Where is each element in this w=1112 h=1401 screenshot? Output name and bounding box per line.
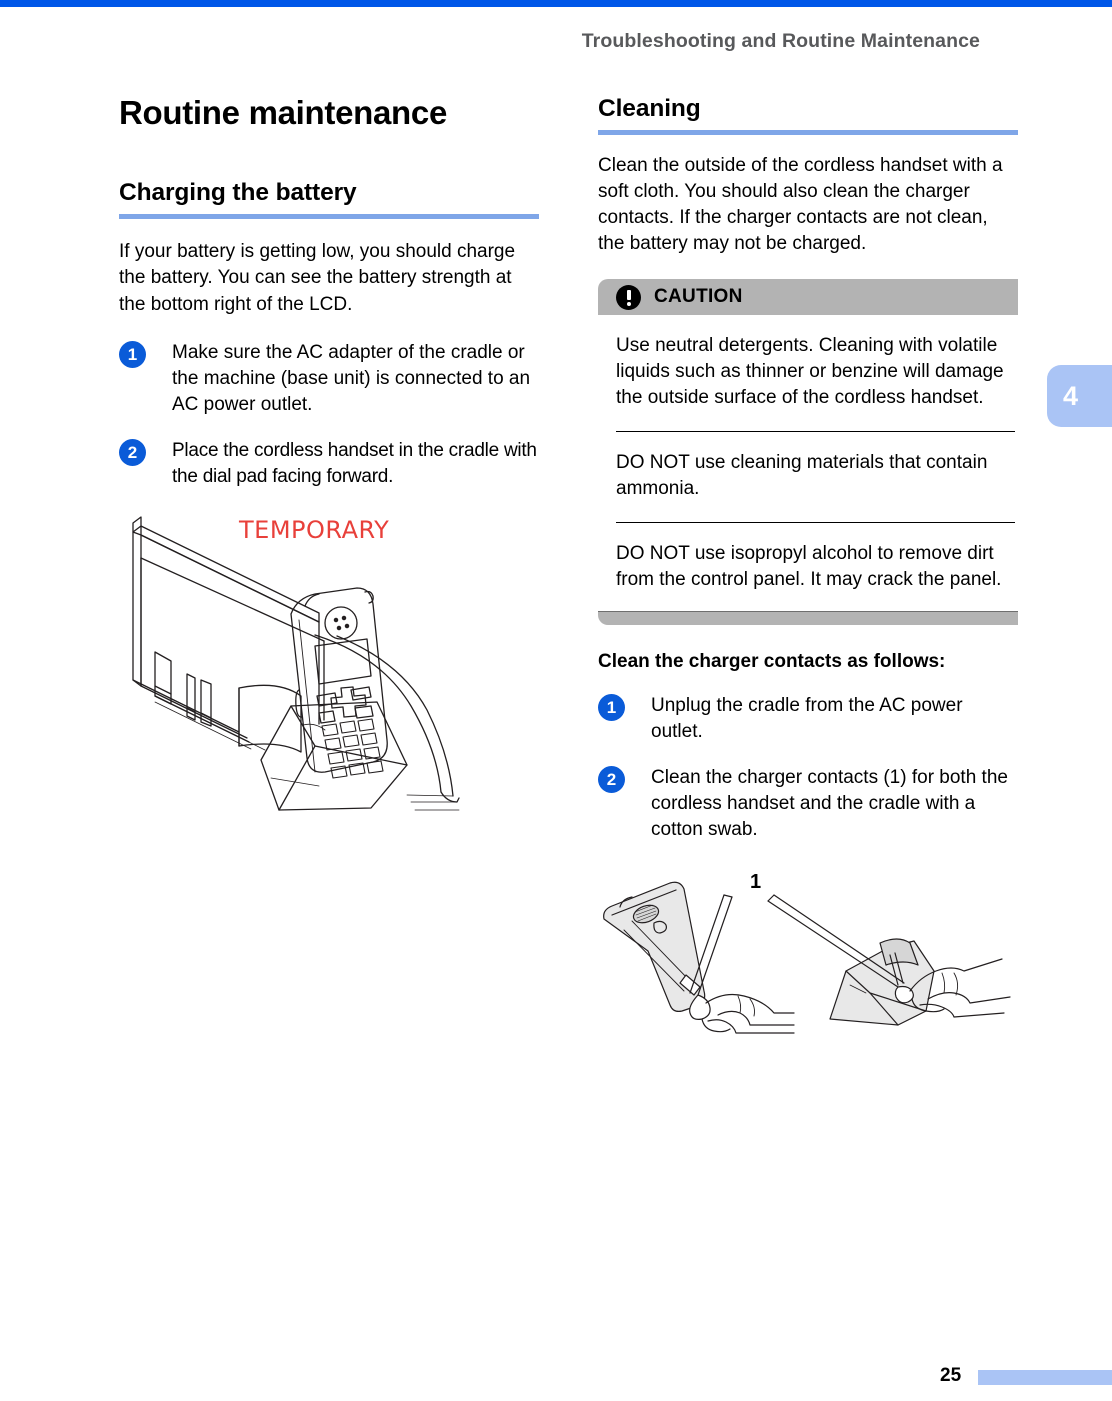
cotton-swab-cleaning-drawing xyxy=(603,882,1011,1035)
running-header: Troubleshooting and Routine Maintenance xyxy=(581,30,980,52)
page-footer-bar xyxy=(978,1370,1112,1385)
page-footer: 25 xyxy=(0,1365,1112,1387)
figure-callout-number: 1 xyxy=(750,871,762,894)
step-text: Place the cordless handset in the cradle… xyxy=(172,439,537,487)
step-item: 1 Unplug the cradle from the AC power ou… xyxy=(598,693,1018,745)
page-title: Routine maintenance xyxy=(119,94,448,131)
caution-footer-bar xyxy=(598,611,1018,626)
step-item: 1 Make sure the AC adapter of the cradle… xyxy=(119,340,539,418)
section-heading-cleaning: Cleaning xyxy=(598,95,701,122)
chapter-tab-marker: 4 xyxy=(1047,365,1112,427)
subheading-clean-charger-contacts: Clean the charger contacts as follows: xyxy=(598,651,946,673)
section-heading-charging-the-battery: Charging the battery xyxy=(119,179,357,207)
cleaning-charger-contacts-illustration: 1 xyxy=(598,863,1018,1043)
step-text: Unplug the cradle from the AC power outl… xyxy=(651,695,963,743)
caution-body: Use neutral detergents. Cleaning with vo… xyxy=(598,315,1018,593)
chapter-tab-number: 4 xyxy=(1063,380,1079,411)
intro-paragraph-charging: If your battery is getting low, you shou… xyxy=(119,241,516,315)
caution-paragraph: Use neutral detergents. Cleaning with vo… xyxy=(616,335,1004,409)
temporary-watermark-label: TEMPORARY xyxy=(239,515,390,544)
step-number-badge: 1 xyxy=(598,694,625,722)
page-number: 25 xyxy=(940,1365,962,1386)
caution-paragraph: DO NOT use cleaning materials that conta… xyxy=(616,452,988,500)
step-number-badge: 2 xyxy=(119,438,146,466)
caution-header: CAUTION xyxy=(598,279,1018,316)
step-item: 2 Clean the charger contacts (1) for bot… xyxy=(598,765,1018,843)
step-text: Make sure the AC adapter of the cradle o… xyxy=(172,341,531,415)
page-top-rule xyxy=(0,0,1112,7)
caution-paragraph: DO NOT use isopropyl alcohol to remove d… xyxy=(616,543,1002,591)
step-item: 2 Place the cordless handset in the crad… xyxy=(119,438,539,490)
handset-cradle-drawing xyxy=(132,515,460,811)
left-column: Routine maintenance Charging the battery… xyxy=(119,94,539,835)
section-underline xyxy=(119,214,539,220)
step-text: Clean the charger contacts (1) for both … xyxy=(651,767,1008,841)
exclamation-circle-icon xyxy=(616,284,641,310)
caution-label: CAUTION xyxy=(654,286,743,308)
caution-separator xyxy=(616,431,1015,433)
cordless-handset-in-cradle-illustration: TEMPORARY xyxy=(119,510,539,835)
intro-paragraph-cleaning: Clean the outside of the cordless handse… xyxy=(598,155,1003,255)
step-number-badge: 2 xyxy=(598,766,625,794)
caution-box: CAUTION Use neutral detergents. Cleaning… xyxy=(598,279,1018,626)
step-number-badge: 1 xyxy=(119,340,146,368)
right-column: Cleaning Clean the outside of the cordle… xyxy=(598,95,1018,1043)
caution-separator xyxy=(616,522,1015,524)
section-underline xyxy=(598,130,1018,136)
